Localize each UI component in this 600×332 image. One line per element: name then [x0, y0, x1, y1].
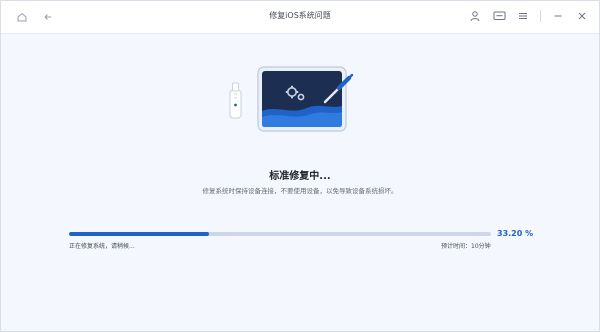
- app-window: 修复iOS系统问题 标准修复中... 修复系统时保持设备连接，不要使用设备，以免…: [0, 0, 600, 332]
- user-icon[interactable]: [468, 9, 482, 23]
- repair-illustration: [221, 61, 381, 141]
- device-icon: [229, 82, 242, 119]
- menu-icon[interactable]: [516, 9, 530, 23]
- progress-fill: [69, 232, 210, 236]
- title-bar-divider: [540, 10, 541, 22]
- progress-percent: 33.20 %: [497, 229, 534, 238]
- message-icon[interactable]: [492, 9, 506, 23]
- close-icon[interactable]: [575, 9, 589, 23]
- title-bar: 修复iOS系统问题: [1, 1, 599, 34]
- monitor-icon: [257, 66, 347, 132]
- progress-status-text: 正在修复系统，请稍候...: [69, 243, 135, 250]
- title-bar-controls: [468, 9, 589, 23]
- status-description: 修复系统时保持设备连接，不要使用设备，以免导致设备系统损坏。: [202, 187, 398, 195]
- progress-bar: [69, 232, 491, 236]
- estimated-time: 预计时间：10分钟: [441, 243, 491, 250]
- status-title: 标准修复中...: [269, 171, 331, 182]
- minimize-icon[interactable]: [551, 9, 565, 23]
